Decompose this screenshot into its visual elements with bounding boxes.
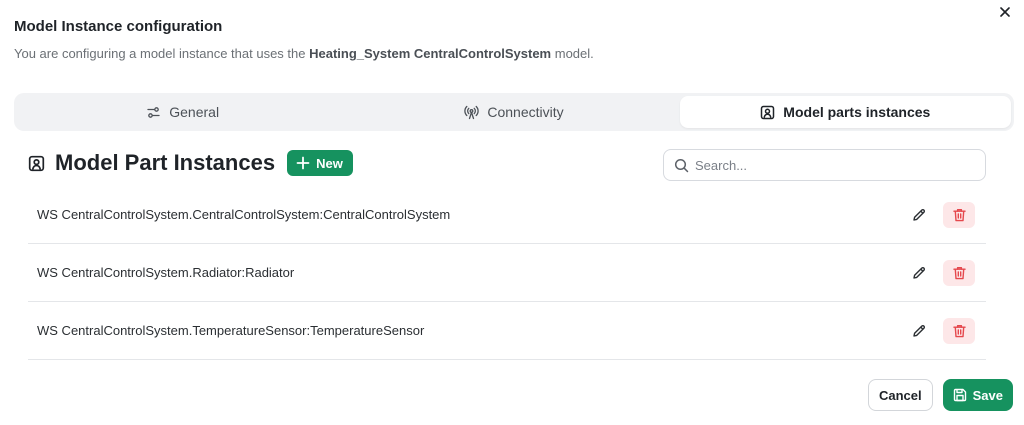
list-item: WS CentralControlSystem.TemperatureSenso… [28,302,986,360]
tab-general[interactable]: General [17,96,348,128]
row-actions [909,259,986,286]
section-header: Model Part Instances New [28,150,353,176]
tab-bar: General Connectivity Model parts instanc… [14,93,1014,131]
close-button[interactable] [996,3,1014,21]
tab-model-parts-instances[interactable]: Model parts instances [679,96,1011,128]
dialog-subtitle: You are configuring a model instance tha… [14,46,594,61]
delete-button[interactable] [943,201,975,228]
search-input[interactable] [695,157,975,173]
dialog-title: Model Instance configuration [14,18,223,35]
list-item-label: WS CentralControlSystem.CentralControlSy… [37,207,451,222]
dialog-footer: Cancel Save [867,379,1013,411]
new-button[interactable]: New [287,150,353,176]
pencil-icon [913,324,926,337]
list-item: WS CentralControlSystem.Radiator:Radiato… [28,244,986,302]
subtitle-prefix: You are configuring a model instance tha… [14,46,310,61]
save-button-label: Save [972,387,1003,403]
pencil-icon [913,266,926,279]
trash-icon [952,324,966,337]
tab-connectivity[interactable]: Connectivity [348,96,679,128]
sliders-icon [146,105,161,120]
plus-icon [296,156,310,170]
tab-label: Connectivity [487,104,564,120]
new-button-label: New [316,155,343,171]
edit-button[interactable] [909,205,929,225]
model-part-icon [28,155,45,171]
subtitle-suffix: model. [551,46,594,61]
row-actions [909,317,986,344]
save-button[interactable]: Save [942,379,1013,411]
trash-icon [952,266,966,279]
edit-button[interactable] [909,263,929,283]
cancel-button[interactable]: Cancel [867,379,933,411]
search-box [663,149,986,181]
antenna-icon [464,105,480,120]
list-item: WS CentralControlSystem.CentralControlSy… [28,186,986,244]
edit-button[interactable] [909,321,929,341]
tab-label: Model parts instances [783,104,931,120]
floppy-disk-icon [953,388,966,402]
tab-label: General [169,104,220,120]
delete-button[interactable] [943,317,975,344]
section-title: Model Part Instances [55,150,276,175]
search-icon [674,158,689,172]
delete-button[interactable] [943,259,975,286]
model-part-list: WS CentralControlSystem.CentralControlSy… [28,186,986,360]
list-item-label: WS CentralControlSystem.TemperatureSenso… [37,323,425,338]
close-icon [1000,7,1010,17]
row-actions [909,201,986,228]
pencil-icon [913,208,926,221]
model-part-icon [760,105,775,120]
list-item-label: WS CentralControlSystem.Radiator:Radiato… [37,265,295,280]
trash-icon [952,208,966,221]
model-name: Heating_System CentralControlSystem [309,46,552,61]
